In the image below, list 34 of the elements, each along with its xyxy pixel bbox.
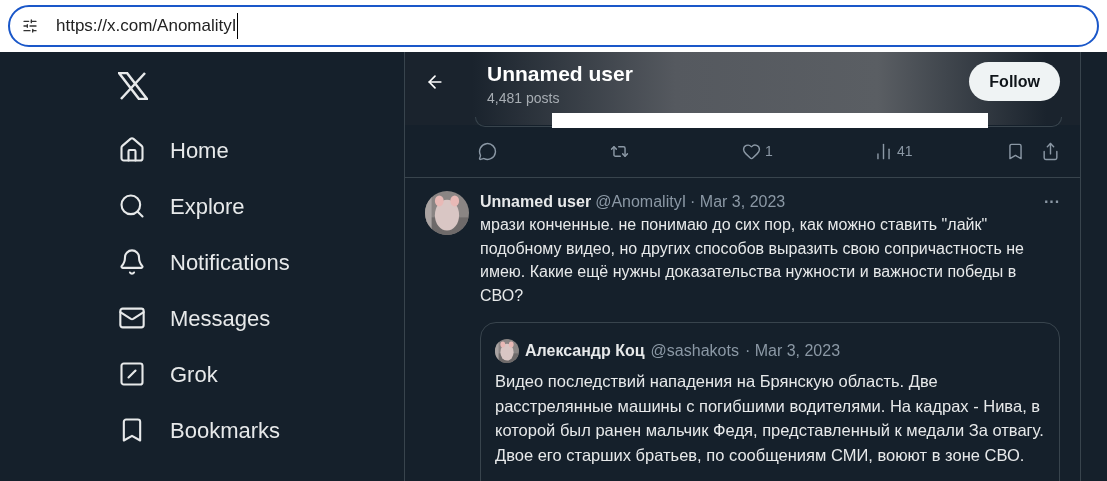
slash-square-icon [118,360,146,388]
action-button[interactable]: 1 [742,140,874,162]
post-count: 4,481 posts [487,89,561,108]
more-options[interactable]: ··· [1044,191,1060,213]
nav-item[interactable]: Grok [118,346,404,402]
quoted-post[interactable] [480,322,1060,481]
search-icon [118,192,146,220]
nav-item[interactable]: Notifications [118,234,404,290]
nav-item[interactable]: Messages [118,290,404,346]
post-date[interactable]: · Mar 3, 2023 [690,191,786,213]
nav-item[interactable]: Home [118,122,404,178]
address-bar[interactable]: https://x.com/AnomalityI [8,5,1099,47]
site-settings-icon[interactable] [22,18,38,34]
heart-icon [742,141,761,161]
post-date[interactable]: · Mar 3, 2023 [744,340,841,362]
x-logo-icon[interactable] [118,72,148,100]
bar-chart-icon [874,141,893,161]
follow-button[interactable]: Follow [969,62,1060,101]
bookmark-icon[interactable] [1006,141,1025,161]
quoted-text: Видео последствий нападения на Брянскую область. Две расстрелянные машины с погибшими водителями. На кадрах - Нива, в которой был ранен мальчик Федя, представленный к медали За отвагу. Двое его старших братьев, по сообщениям СМИ, воюют в зоне СВО. [495,371,1045,466]
home-icon [118,136,146,164]
url-text: https://x.com/AnomalityI [56,13,239,39]
profile-name: Unnamed user [487,61,633,87]
action-button[interactable]: 41 [874,140,1006,162]
nav-item[interactable]: Explore [118,178,404,234]
share-icon[interactable] [1041,141,1060,161]
post-text: мрази конченные. не понимаю до сих пор, как можно ставить "лайк" подобному видео, но других способов выразить свою сопричастность не имею. Какие ещё нужны доказательства нужности и важности победы в СВО? [480,215,1025,306]
author-name[interactable]: Александр Коц [525,340,645,362]
author-handle[interactable]: @sashakots [650,340,739,362]
author-name[interactable]: Unnamed user [480,191,592,213]
nav-item[interactable]: Bookmarks [118,402,404,458]
bell-icon [118,248,146,276]
speech-bubble-icon [478,141,497,161]
author-handle[interactable]: @AnomalityI [595,191,687,213]
